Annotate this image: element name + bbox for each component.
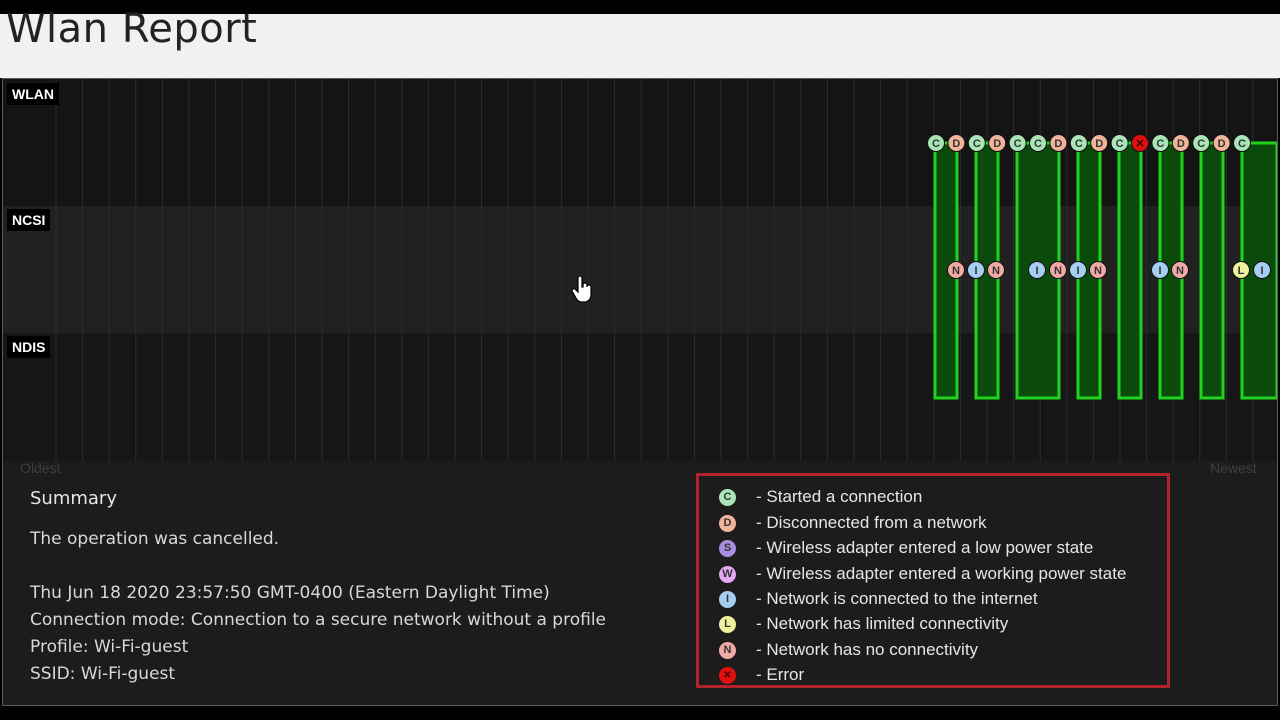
- event-marker-letter: C: [1238, 138, 1246, 150]
- legend-label: - Wireless adapter entered a working pow…: [756, 564, 1127, 583]
- bottom-letterbox: [0, 706, 1280, 720]
- internet-icon: I: [719, 590, 736, 608]
- event-marker-letter: C: [932, 138, 940, 150]
- summary-heading: Summary: [30, 488, 117, 509]
- summary-profile: Profile: Wi-Fi-guest: [30, 637, 189, 657]
- legend-item-low-power: S - Wireless adapter entered a low power…: [719, 537, 1093, 559]
- legend-label: - Wireless adapter entered a low power s…: [756, 538, 1094, 557]
- event-marker-letter: N: [952, 265, 960, 277]
- axis-oldest-label: Oldest: [20, 460, 61, 476]
- legend-label: - Network has no connectivity: [756, 640, 979, 659]
- limited-connectivity-icon: L: [719, 615, 736, 633]
- ndis-lane-label: NDIS: [7, 336, 51, 358]
- legend-label: - Error: [756, 665, 805, 684]
- event-marker-letter: D: [1177, 138, 1185, 150]
- event-marker-letter: C: [1197, 138, 1205, 150]
- legend-item-started: C - Started a connection: [719, 486, 922, 508]
- event-marker-letter: I: [1035, 265, 1038, 277]
- event-marker-letter: D: [1095, 138, 1103, 150]
- title-bar: Wlan Report: [0, 6, 1280, 78]
- page-title: Wlan Report: [6, 6, 258, 52]
- error-icon: ✕: [719, 666, 736, 684]
- event-marker-letter: ✕: [1135, 138, 1144, 150]
- wlan-lane-label: WLAN: [7, 83, 59, 105]
- event-marker-letter: L: [1238, 265, 1245, 277]
- summary-timestamp: Thu Jun 18 2020 23:57:50 GMT-0400 (Easte…: [30, 583, 550, 603]
- summary-status: The operation was cancelled.: [30, 529, 280, 549]
- event-marker-letter: C: [1014, 138, 1022, 150]
- axis-newest-label: Newest: [1210, 460, 1257, 476]
- event-marker-letter: I: [1158, 265, 1161, 277]
- legend-item-disconnected: D - Disconnected from a network: [719, 512, 987, 534]
- hand-pointer-icon: [571, 276, 592, 303]
- event-marker-letter: C: [1156, 138, 1164, 150]
- summary-ssid: SSID: Wi-Fi-guest: [30, 664, 176, 684]
- legend-item-error: ✕ - Error: [719, 664, 804, 686]
- event-marker-letter: N: [1054, 265, 1062, 277]
- legend-item-no-connectivity: N - Network has no connectivity: [719, 639, 978, 661]
- timeline-chart: C D C D C C D C D C ✕ C D C D CN I N I N I N I N L I: [55, 79, 1277, 461]
- event-marker-letter: D: [993, 138, 1001, 150]
- started-connection-icon: C: [719, 488, 736, 506]
- event-marker-letter: I: [974, 265, 977, 277]
- timeline: C D C D C C D C D C ✕ C D C D C N I N I N I N I N L I WLAN NCSI ND…: [3, 79, 1277, 461]
- no-connectivity-icon: N: [719, 641, 736, 659]
- event-marker-letter: C: [1116, 138, 1124, 150]
- summary-connection-mode: Connection mode: Connection to a secure …: [30, 610, 607, 630]
- low-power-icon: S: [719, 539, 736, 557]
- connection-bar: [1117, 141, 1143, 400]
- event-marker-letter: D: [952, 138, 960, 150]
- event-marker-letter: I: [1076, 265, 1079, 277]
- ncsi-lane-label: NCSI: [7, 209, 51, 231]
- event-marker-letter: C: [973, 138, 981, 150]
- legend-label: - Network has limited connectivity: [756, 614, 1009, 633]
- legend-label: - Network is connected to the internet: [756, 589, 1038, 608]
- legend-box: C - Started a connection D - Disconnecte…: [696, 473, 1170, 688]
- event-marker-letter: C: [1034, 138, 1042, 150]
- event-marker-letter: C: [1075, 138, 1083, 150]
- event-marker-letter: I: [1260, 265, 1263, 277]
- legend-item-working-power: W - Wireless adapter entered a working p…: [719, 563, 1126, 585]
- event-marker-letter: D: [1218, 138, 1226, 150]
- legend-item-limited: L - Network has limited connectivity: [719, 613, 1008, 635]
- event-marker-letter: D: [1054, 138, 1062, 150]
- working-power-icon: W: [719, 565, 736, 583]
- event-marker-letter: N: [1094, 265, 1102, 277]
- disconnected-icon: D: [719, 514, 736, 532]
- connection-bar: [1199, 141, 1225, 400]
- legend-label: - Disconnected from a network: [756, 513, 987, 532]
- event-marker-letter: N: [1176, 265, 1184, 277]
- legend-label: - Started a connection: [756, 487, 923, 506]
- event-marker-letter: N: [992, 265, 1000, 277]
- legend-item-internet: I - Network is connected to the internet: [719, 588, 1038, 610]
